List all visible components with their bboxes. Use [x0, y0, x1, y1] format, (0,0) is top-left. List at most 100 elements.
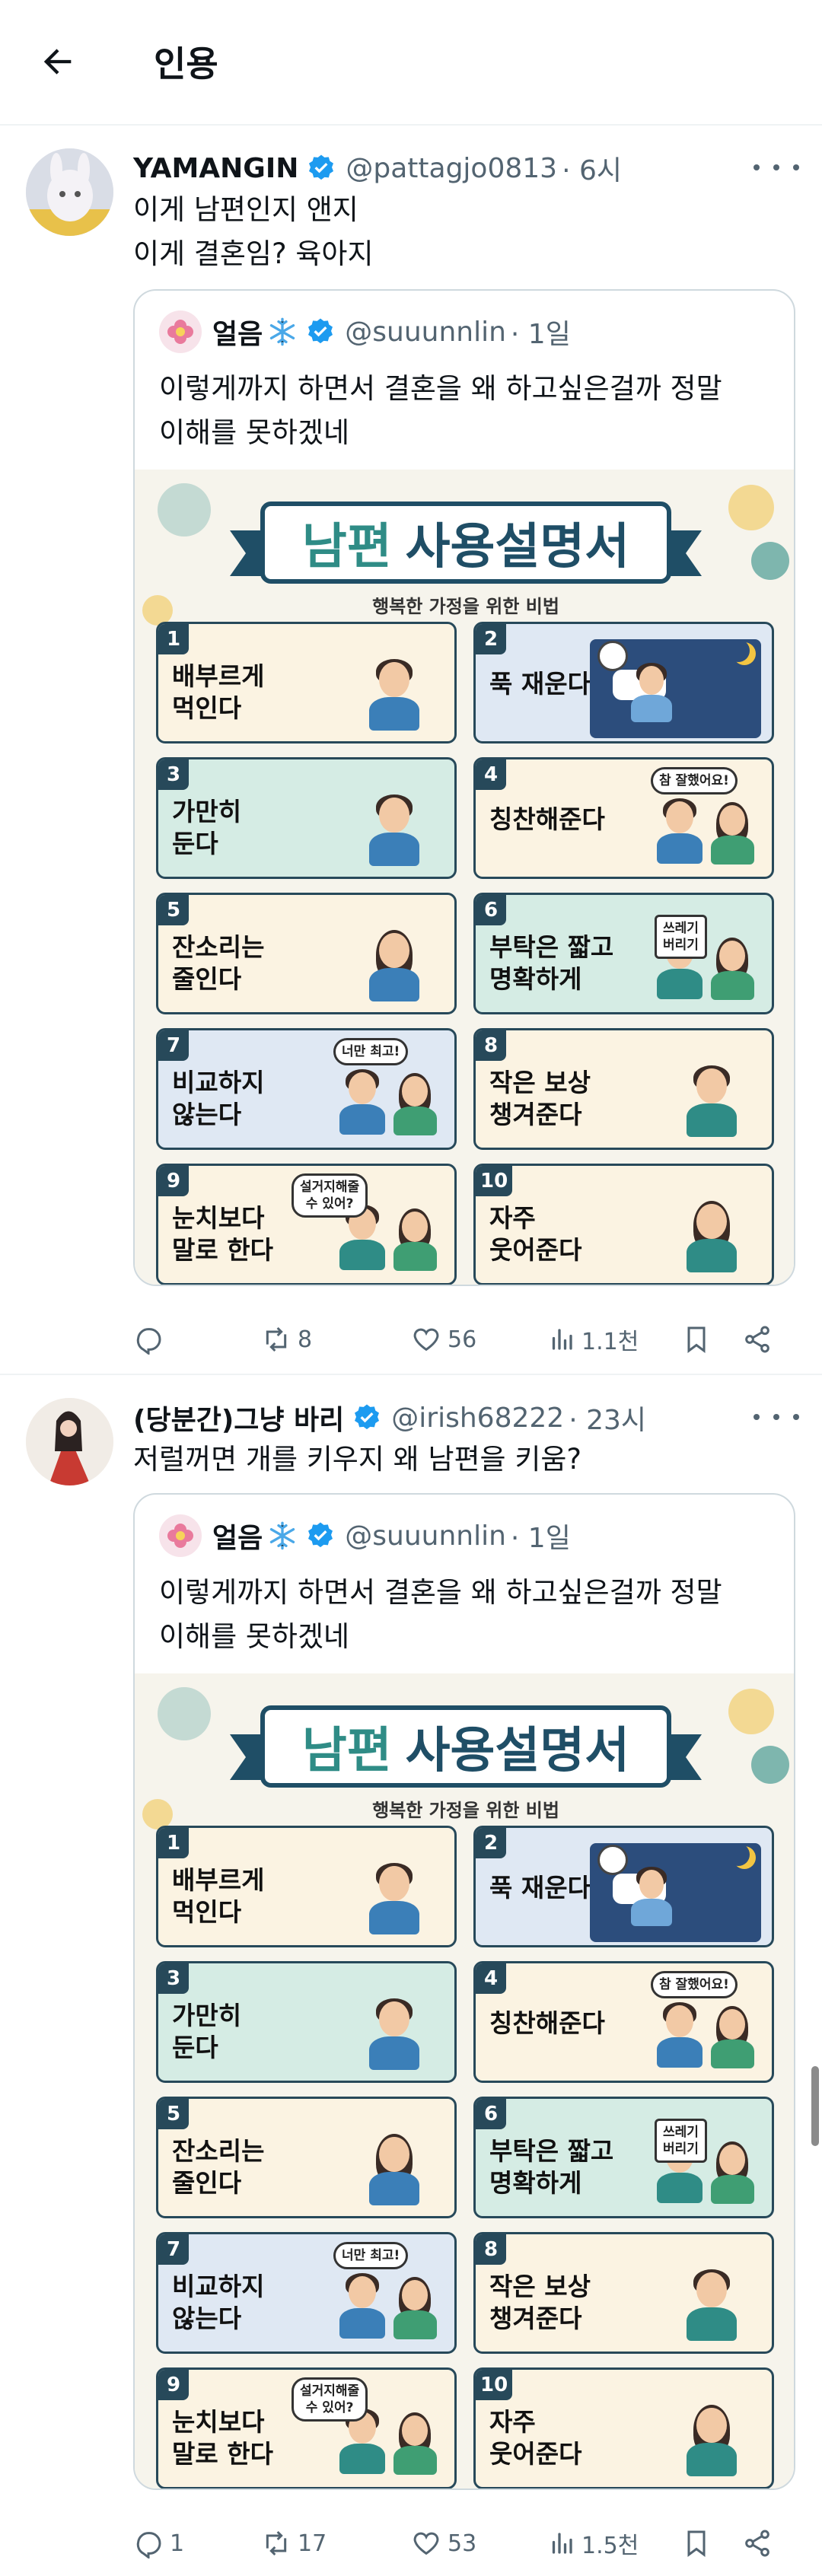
- avatar: [159, 310, 202, 353]
- head: [379, 2001, 409, 2037]
- tip-card: 8 작은 보상 챙겨준다: [473, 1028, 774, 1150]
- bookmark-button[interactable]: [681, 2528, 712, 2558]
- decor-circle: [728, 485, 774, 530]
- torso: [393, 1241, 437, 1271]
- speech-bubble: 참 잘했어요!: [651, 767, 738, 794]
- torso: [657, 833, 703, 864]
- decor-circle: [751, 1746, 789, 1784]
- torso: [368, 2036, 419, 2071]
- moon-icon: [727, 639, 750, 662]
- post[interactable]: YAMANGIN @pattagjo0813 · 6시 이게 남편인지 앤지 이…: [0, 126, 822, 1374]
- action-bar: 1 17 53 1.5천: [133, 2520, 795, 2566]
- head: [696, 2272, 727, 2308]
- post-text-line: 이게 결혼임? 육아지: [133, 237, 374, 270]
- avatar-image: [26, 1398, 113, 1485]
- repost-button[interactable]: 8: [261, 1324, 312, 1355]
- quoted-post[interactable]: 얼음 @suuunnlin · 1일 이렇게까지 하면서 결혼을 왜 하고싶은걸…: [133, 1493, 795, 2490]
- tip-card: 10 자주 웃어준다: [473, 2367, 774, 2488]
- infographic-title: 남편 사용설명서: [260, 502, 671, 584]
- torso: [339, 2308, 385, 2339]
- view-count: 1.1천: [581, 1329, 639, 1355]
- tip-card: 3 가만히 둔다: [156, 757, 457, 879]
- verified-badge-icon: [309, 154, 334, 180]
- tip-illustration: [158, 759, 454, 877]
- torso: [631, 694, 673, 722]
- head: [379, 933, 409, 969]
- scrollbar[interactable]: [811, 2066, 819, 2146]
- tip-card: 6 부탁은 짧고 명확하게 쓰레기 버리기: [473, 2097, 774, 2218]
- display-name[interactable]: (당분간)그냥 바리: [133, 1398, 344, 1438]
- avatar: [159, 1514, 202, 1557]
- decor-circle: [158, 1687, 211, 1740]
- repost-button[interactable]: 17: [261, 2528, 327, 2558]
- head: [696, 2408, 727, 2444]
- post[interactable]: (당분간)그냥 바리 @irish68222 · 23시 저럴꺼면 개를 키우지…: [0, 1375, 822, 2576]
- flower-icon: [167, 1524, 193, 1548]
- torso: [657, 2037, 703, 2068]
- tip-card: 7 비교하지 않는다 너만 최고!: [156, 2232, 457, 2354]
- like-button[interactable]: 56: [411, 1324, 476, 1355]
- analytics-icon: [552, 1329, 572, 1350]
- tip-illustration: [158, 2234, 454, 2352]
- reply-button[interactable]: [133, 1324, 170, 1355]
- repost-count: 8: [298, 1326, 313, 1353]
- torso: [710, 2174, 754, 2204]
- torso: [686, 2307, 737, 2342]
- share-button[interactable]: [742, 2528, 773, 2558]
- tip-card: 3 가만히 둔다: [156, 1961, 457, 2083]
- infographic-image[interactable]: 남편 사용설명서 행복한 가정을 위한 비법 1 배부르게 먹인다 2 푹 재운다 3 가…: [135, 470, 794, 1285]
- torso: [631, 1898, 673, 1926]
- head: [402, 2280, 429, 2310]
- views-button[interactable]: 1.1천: [548, 1323, 639, 1356]
- avatar[interactable]: [26, 1398, 113, 1485]
- title-accent: 남편: [301, 519, 392, 575]
- head: [379, 2137, 409, 2173]
- reply-button[interactable]: 1: [133, 2528, 184, 2558]
- tip-card: 1 배부르게 먹인다: [156, 1826, 457, 1947]
- like-button[interactable]: 53: [411, 2528, 476, 2558]
- post-time[interactable]: · 23시: [569, 1398, 646, 1438]
- verified-badge-icon: [308, 318, 333, 344]
- share-button[interactable]: [742, 1324, 773, 1355]
- decor-circle: [751, 542, 789, 580]
- moon-icon: [727, 1843, 750, 1866]
- bookmark-button[interactable]: [681, 1324, 712, 1355]
- post-text: 저럴꺼면 개를 키우지 왜 남편을 키움?: [133, 1438, 581, 1482]
- post-time[interactable]: · 6시: [562, 148, 622, 188]
- quoted-post[interactable]: 얼음 @suuunnlin · 1일 이렇게까지 하면서 결혼을 왜 하고싶은걸…: [133, 289, 795, 1286]
- more-options-icon[interactable]: [754, 156, 799, 179]
- display-name[interactable]: YAMANGIN: [133, 153, 298, 184]
- tip-illustration: [476, 1828, 772, 1945]
- torso: [339, 1240, 385, 1270]
- head: [402, 1212, 429, 1242]
- views-button[interactable]: 1.5천: [548, 2527, 639, 2560]
- post-text-line: 이렇게까지 하면서 결혼을 왜 하고싶은걸까 정말: [159, 1576, 722, 1609]
- quoted-post-header: 얼음 @suuunnlin · 1일: [159, 1514, 571, 1557]
- torso: [686, 2443, 737, 2477]
- username[interactable]: @pattagjo0813: [346, 153, 557, 184]
- tip-card: 2푹 재운다: [473, 1826, 774, 1947]
- avatar[interactable]: [26, 148, 113, 236]
- tip-illustration: [158, 1030, 454, 1148]
- username[interactable]: @irish68222: [391, 1403, 564, 1434]
- share-icon: [745, 1326, 769, 1353]
- infographic-image[interactable]: 남편 사용설명서 행복한 가정을 위한 비법 1 배부르게 먹인다 2 푹 재운다 3 가…: [135, 1673, 794, 2488]
- post-text-line: 이렇게까지 하면서 결혼을 왜 하고싶은걸까 정말: [159, 372, 722, 405]
- head: [379, 1866, 409, 1902]
- more-options-icon[interactable]: [754, 1406, 799, 1428]
- title-text: 사용설명서: [405, 1723, 630, 1779]
- infographic-title: 남편 사용설명서: [260, 1705, 671, 1788]
- infographic-subtitle: 행복한 가정을 위한 비법: [372, 1800, 559, 1821]
- like-count: 56: [448, 1326, 477, 1353]
- tip-card: 9 눈치보다 말로 한다 설거지해줄 수 있어?: [156, 2367, 457, 2488]
- back-button[interactable]: [30, 34, 85, 89]
- tip-illustration: [476, 2234, 772, 2352]
- head: [696, 1204, 727, 1240]
- clock-icon: [597, 641, 628, 671]
- tip-illustration: [158, 1963, 454, 2081]
- torso: [393, 2445, 437, 2475]
- bookmark-icon: [687, 2530, 706, 2557]
- torso: [368, 833, 419, 867]
- tip-card: 4 칭찬해준다 참 잘했어요!: [473, 1961, 774, 2083]
- decor-circle: [728, 1689, 774, 1734]
